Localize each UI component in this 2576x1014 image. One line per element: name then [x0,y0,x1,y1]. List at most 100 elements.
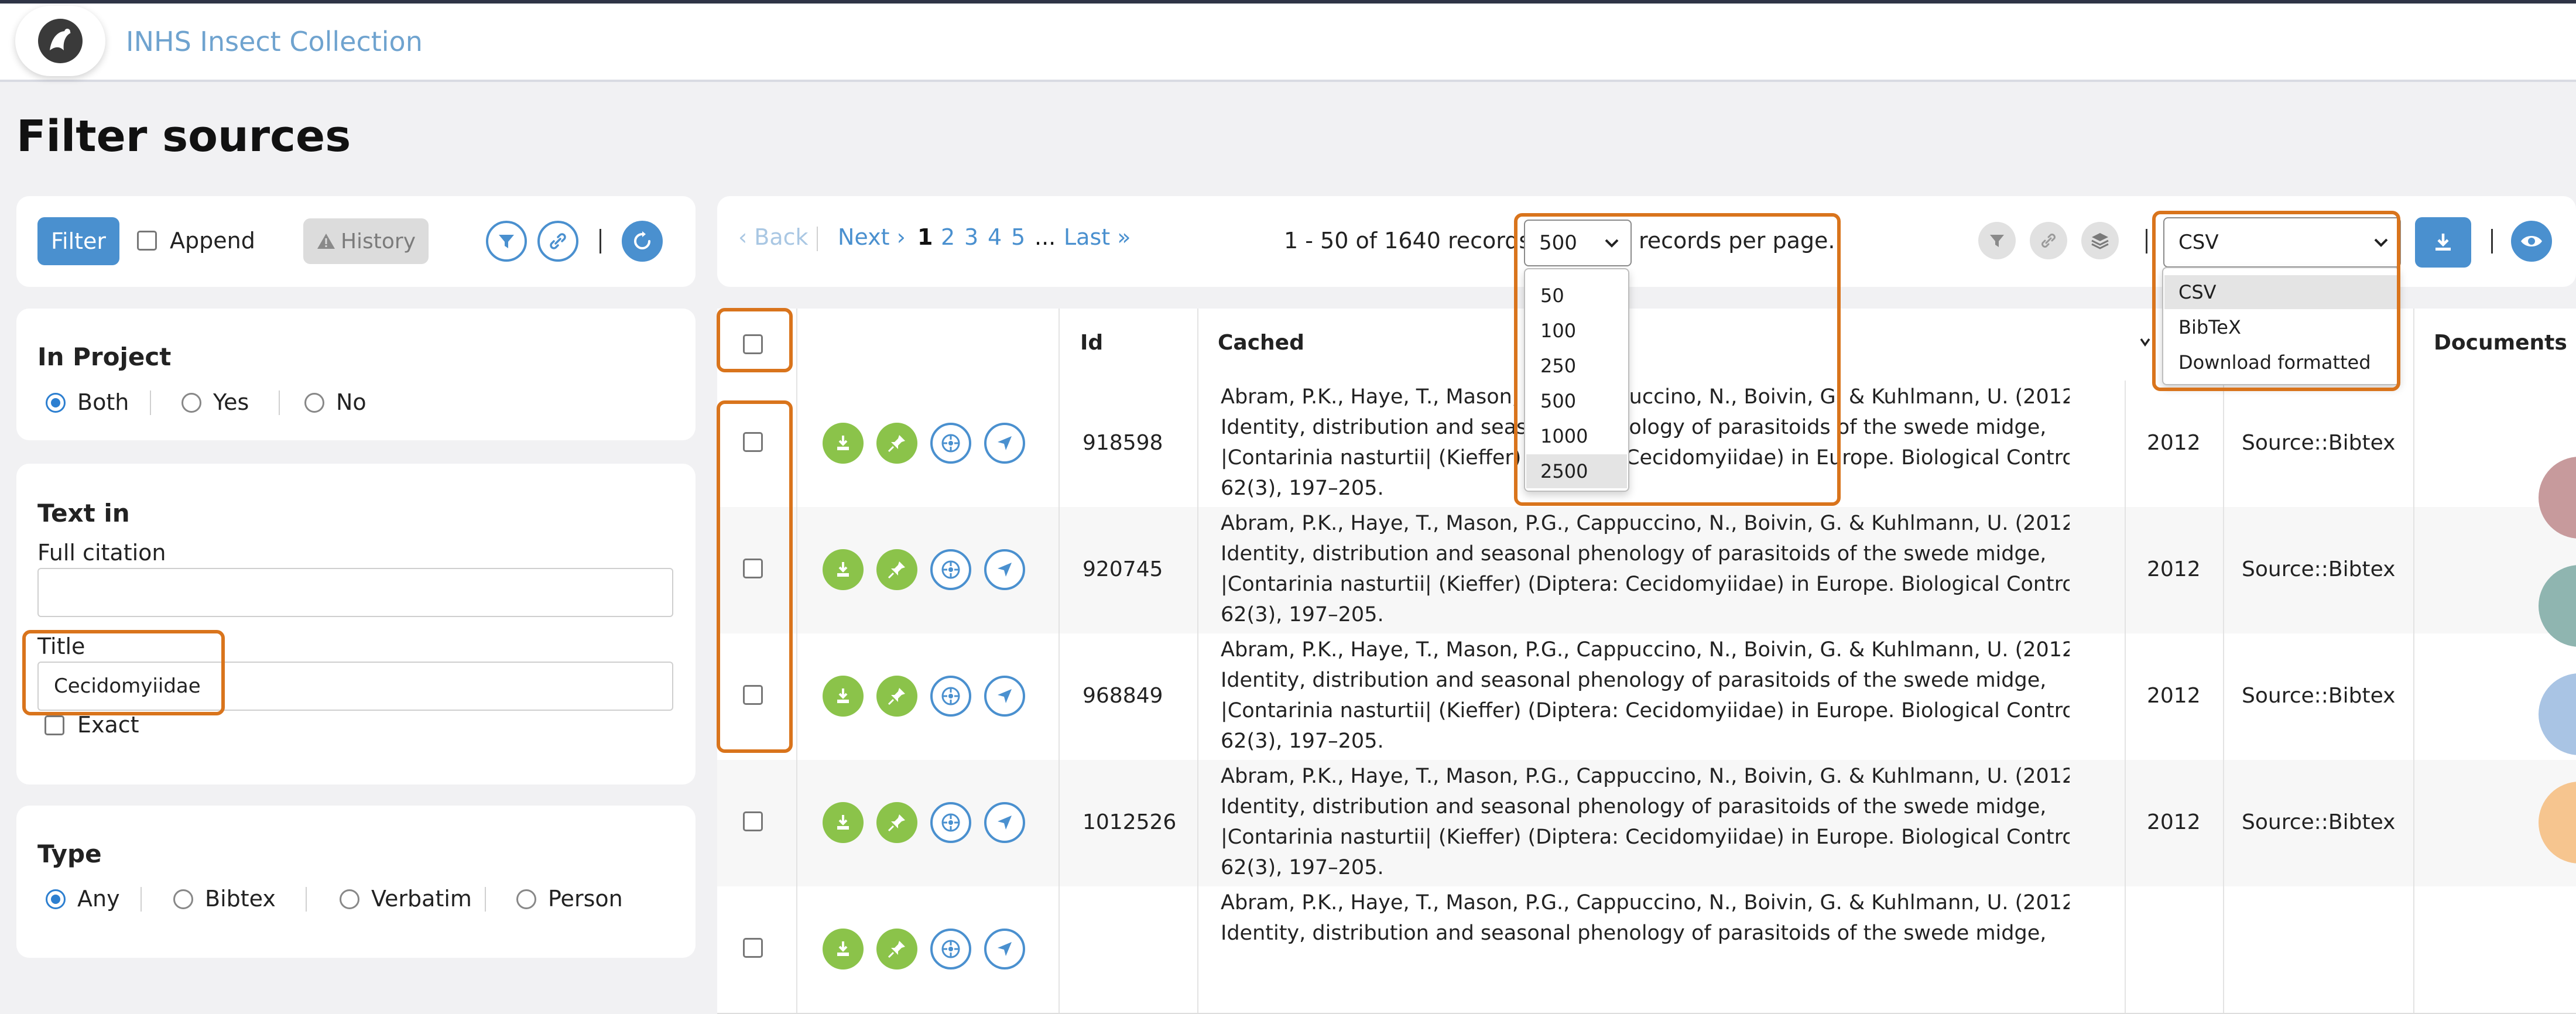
citation-line: Abram, P.K., Haye, T., Mason, P.G., Capp… [1221,891,2070,914]
type-bibtex-radio[interactable] [173,889,193,909]
radial-icon[interactable] [930,929,971,970]
download-icon[interactable] [823,802,864,843]
per-page-option[interactable]: 50 [1526,279,1627,313]
per-page-option[interactable]: 1000 [1526,419,1627,453]
download-icon[interactable] [823,423,864,464]
in-project-no-radio[interactable] [304,393,324,413]
eye-icon[interactable] [2511,221,2552,262]
pin-icon[interactable] [876,676,917,717]
append-checkbox[interactable] [137,231,157,251]
column-divider [1197,886,1198,1013]
radial-icon[interactable] [930,549,971,590]
in-project-panel: In Project Both Yes No [16,309,696,440]
pagination-page-1[interactable]: 1 [917,224,933,250]
pagination-next[interactable]: Next › [838,224,906,250]
column-header-documents[interactable]: Documents [2434,331,2567,355]
column-divider [1197,760,1198,886]
in-project-yes-radio[interactable] [181,393,201,413]
citation-line: Abram, P.K., Haye, T., Mason, P.G., Capp… [1221,512,2070,535]
type-panel: Type Any Bibtex Verbatim Person [16,806,696,958]
logo-icon[interactable] [15,6,105,76]
pagination-last[interactable]: Last » [1064,224,1131,250]
pin-icon[interactable] [876,929,917,970]
navigate-icon[interactable] [984,802,1025,843]
select-all-checkbox[interactable] [743,334,763,354]
type-person-radio[interactable] [516,889,536,909]
history-button[interactable]: History [303,218,429,264]
exact-checkbox[interactable] [44,715,64,735]
row-citation: Abram, P.K., Haye, T., Mason, P.G., Capp… [1221,888,2070,948]
per-page-option[interactable]: 500 [1526,384,1627,418]
column-divider [1197,633,1198,760]
refresh-icon[interactable] [622,221,663,262]
download-icon[interactable] [823,929,864,970]
sort-icon[interactable] [2137,334,2153,350]
column-divider [1059,886,1060,1013]
row-checkbox[interactable] [743,938,763,958]
row-id: 918598 [1083,431,1163,455]
row-type: Source::Bibtex [2242,684,2396,708]
toolbar-divider [600,229,601,254]
row-checkbox[interactable] [743,811,763,831]
export-format-select[interactable]: CSV [2163,217,2401,268]
pin-icon[interactable] [876,423,917,464]
column-divider [1059,760,1060,886]
export-format-option[interactable]: BibTeX [2164,310,2397,344]
layers-icon[interactable] [2081,222,2119,259]
link-icon[interactable] [2030,222,2067,259]
download-icon[interactable] [823,549,864,590]
row-year: 2012 [2147,684,2201,708]
radial-icon[interactable] [930,676,971,717]
link-icon[interactable] [537,221,578,262]
radio-divider [150,390,151,415]
type-any-radio[interactable] [46,889,66,909]
radial-icon[interactable] [930,802,971,843]
filter-icon[interactable] [486,221,527,262]
per-page-option[interactable]: 100 [1526,314,1627,348]
export-format-option[interactable]: Download formatted [2164,345,2397,379]
per-page-option-highlighted[interactable]: 2500 [1526,454,1627,488]
pagination-page-2[interactable]: 2 [941,224,955,250]
filter-icon[interactable] [1978,222,2016,259]
app-title[interactable]: INHS Insect Collection [126,26,423,57]
title-input[interactable] [37,662,673,711]
column-header-id[interactable]: Id [1080,331,1103,355]
column-divider [2413,886,2414,1013]
navigate-icon[interactable] [984,929,1025,970]
row-citation: Abram, P.K., Haye, T., Mason, P.G., Capp… [1221,508,2070,630]
pagination-back[interactable]: ‹ Back [738,224,809,250]
column-divider [2223,381,2224,507]
row-checkbox[interactable] [743,685,763,705]
pagination-page-5[interactable]: 5 [1011,224,1025,250]
pin-icon[interactable] [876,802,917,843]
pagination-page-4[interactable]: 4 [988,224,1002,250]
per-page-select[interactable]: 500 [1524,220,1632,266]
navigate-icon[interactable] [984,423,1025,464]
type-bibtex-label: Bibtex [205,886,276,912]
column-header-cached[interactable]: Cached [1218,331,1304,355]
row-year: 2012 [2147,431,2201,455]
column-divider [1059,309,1060,381]
in-project-both-radio[interactable] [46,393,66,413]
download-icon[interactable] [823,676,864,717]
row-type: Source::Bibtex [2242,431,2396,455]
radial-icon[interactable] [930,423,971,464]
navigate-icon[interactable] [984,676,1025,717]
column-divider [2413,381,2414,507]
type-verbatim-radio[interactable] [340,889,359,909]
pagination-page-3[interactable]: 3 [964,224,978,250]
per-page-option[interactable]: 250 [1526,349,1627,383]
pin-icon[interactable] [876,549,917,590]
radio-divider [279,390,280,415]
filter-button[interactable]: Filter [37,217,119,265]
download-button[interactable] [2415,217,2471,268]
radio-divider [485,887,486,912]
row-id: 1012526 [1083,810,1177,834]
export-format-option[interactable]: CSV [2164,275,2397,309]
full-citation-input[interactable] [37,568,673,617]
row-checkbox[interactable] [743,559,763,578]
navigate-icon[interactable] [984,549,1025,590]
records-info: 1 - 50 of 1640 records. [1284,228,1538,254]
chevron-down-icon [2374,238,2388,247]
row-checkbox[interactable] [743,432,763,452]
